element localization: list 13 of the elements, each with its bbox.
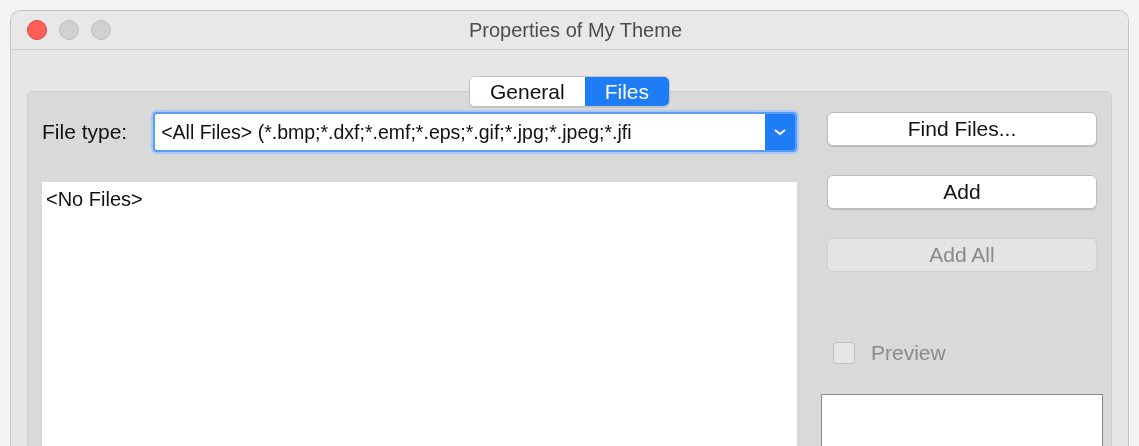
action-button[interactable]: Add [827, 175, 1097, 209]
preview-label: Preview [871, 341, 946, 365]
tab[interactable]: General [469, 77, 585, 106]
list-item[interactable]: <No Files> [46, 188, 793, 211]
window-title: Properties of My Theme [467, 18, 683, 42]
minimize-button[interactable] [59, 20, 79, 40]
tab[interactable]: Files [584, 77, 670, 106]
file-type-dropdown[interactable]: <All Files> (*.bmp;*.dxf;*.emf;*.eps;*.gif;*.jpg;*.jpeg;*.jfi [153, 112, 797, 152]
file-type-label: File type: [42, 120, 128, 144]
action-button[interactable]: Find Files... [827, 112, 1097, 146]
chevron-down-icon [765, 114, 795, 150]
zoom-button[interactable] [91, 20, 111, 40]
close-button[interactable] [27, 20, 47, 40]
